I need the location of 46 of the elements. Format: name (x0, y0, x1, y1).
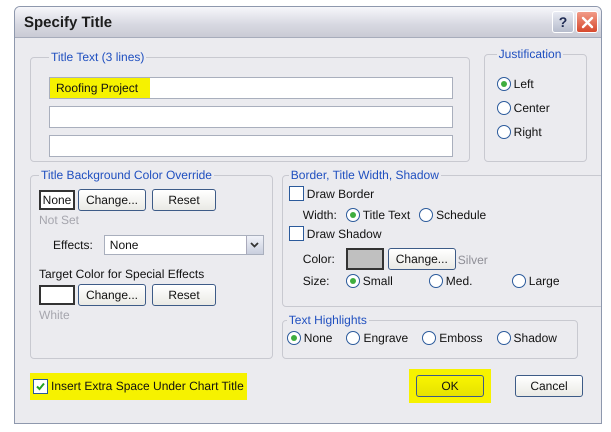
group-title: Title Text (3 lines) (50, 50, 146, 64)
dialog-button[interactable]: Change... (388, 248, 456, 270)
radio-option[interactable]: Med. (428, 274, 512, 288)
text-field[interactable]: Roofing Project (49, 77, 453, 99)
dialog-button[interactable]: Change... (78, 189, 146, 211)
close-button[interactable] (576, 11, 598, 33)
effects-dropdown[interactable]: None (104, 235, 264, 255)
group-title: Title Background Color Override (40, 168, 213, 182)
group-title: Text Highlights (288, 313, 368, 327)
window-title: Specify Title (24, 14, 112, 30)
status-text: Not Set (39, 213, 80, 227)
radio-option[interactable]: None (286, 331, 332, 345)
radio-option[interactable]: Engrave (346, 331, 408, 345)
checkbox-option[interactable]: Draw Border (288, 186, 374, 201)
help-button[interactable]: ? (552, 11, 574, 33)
radio-option[interactable]: Small (346, 274, 429, 288)
dialog-button[interactable]: Reset (152, 189, 216, 211)
checkbox-option[interactable]: Draw Shadow (288, 226, 382, 241)
radio-option[interactable]: Large (512, 274, 595, 288)
close-icon (580, 16, 594, 28)
group-title: Justification (498, 47, 562, 61)
radio-option[interactable]: Center (496, 101, 578, 115)
group-title: Border, Title Width, Shadow (290, 168, 440, 182)
field-label: Effects: (53, 238, 93, 252)
field-label: Size: (302, 274, 330, 288)
checkmark-icon (36, 382, 45, 390)
radio-option[interactable]: Left (496, 77, 578, 91)
field-label: Color: (302, 252, 336, 266)
dialog-button[interactable]: Cancel (515, 375, 583, 397)
radio-option[interactable]: Schedule (419, 208, 486, 222)
text-field[interactable] (49, 106, 453, 128)
radio-option[interactable]: Title Text (346, 208, 410, 222)
radio-option[interactable]: Emboss (422, 331, 483, 345)
field-text: Roofing Project (50, 78, 150, 98)
section-label: Target Color for Special Effects (39, 267, 206, 281)
color-swatch: None (39, 190, 75, 210)
text-field[interactable] (49, 135, 453, 157)
field-label: Width: (302, 208, 338, 222)
dialog-button[interactable]: Reset (152, 284, 216, 306)
dialog-button[interactable]: Change... (78, 284, 146, 306)
checkbox-option[interactable]: Insert Extra Space Under Chart Title (30, 372, 247, 400)
radio-option[interactable]: Right (496, 125, 578, 139)
status-text: White (39, 308, 71, 322)
radio-option[interactable]: Shadow (496, 331, 557, 345)
dialog-button[interactable]: OK (416, 375, 484, 397)
status-text: Silver (458, 253, 488, 267)
